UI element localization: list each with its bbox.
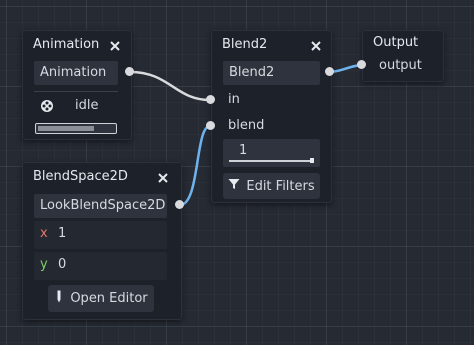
- x-axis-value: 1: [58, 226, 67, 241]
- blend2-output-port[interactable]: [325, 67, 334, 76]
- blend-position-y-field[interactable]: y 0: [34, 252, 167, 280]
- blend2-node[interactable]: Blend2 Blend2 in blend 1 Edit Filters: [211, 30, 332, 203]
- open-editor-label: Open Editor: [70, 291, 148, 306]
- animation-selector[interactable]: Animation: [34, 61, 118, 85]
- animation-playback-bar[interactable]: [35, 123, 117, 134]
- output-port-label: output: [379, 58, 422, 73]
- pencil-icon: [54, 290, 64, 307]
- blend-amount-slider-grabber[interactable]: [310, 158, 314, 163]
- blend-amount-slider-track[interactable]: [229, 160, 313, 162]
- animation-node-title: Animation: [33, 37, 100, 52]
- blendspace2d-node-close-icon[interactable]: [156, 171, 170, 185]
- wire-animation-to-blend2-in: [129, 70, 211, 102]
- open-editor-button[interactable]: Open Editor: [48, 285, 154, 312]
- blend-position-x-field[interactable]: x 1: [34, 221, 167, 249]
- blendspace2d-node[interactable]: BlendSpace2D LookBlendSpace2D x 1 y 0 Op…: [22, 162, 182, 320]
- blend2-port-in-label: in: [228, 92, 240, 107]
- blend2-in-port[interactable]: [206, 95, 215, 104]
- blend2-node-title: Blend2: [222, 37, 268, 52]
- animation-output-port[interactable]: [125, 67, 134, 76]
- filter-icon: [228, 178, 240, 194]
- output-node[interactable]: Output output: [362, 30, 444, 82]
- animation-node-close-icon[interactable]: [108, 39, 122, 53]
- y-axis-value: 0: [58, 257, 67, 272]
- blend2-node-close-icon[interactable]: [309, 39, 323, 53]
- wire-blendspace-to-blend2-blend: [179, 124, 211, 207]
- blend2-blend-port[interactable]: [206, 121, 215, 130]
- blend-amount-value: 1: [239, 143, 248, 158]
- blendspace2d-name-field[interactable]: LookBlendSpace2D: [34, 194, 167, 218]
- animation-separator: [34, 91, 118, 92]
- film-reel-icon: [40, 99, 54, 117]
- blend2-name-label: Blend2: [229, 65, 275, 80]
- output-node-title: Output: [373, 35, 419, 50]
- output-input-port[interactable]: [357, 60, 366, 69]
- edit-filters-button[interactable]: Edit Filters: [223, 173, 320, 199]
- x-axis-label: x: [40, 226, 48, 241]
- animation-name[interactable]: idle: [75, 98, 98, 113]
- blend-amount-field[interactable]: 1: [223, 139, 320, 167]
- animation-node[interactable]: Animation Animation idle: [22, 30, 132, 140]
- animation-playback-fill: [38, 126, 94, 131]
- blendspace2d-name-label: LookBlendSpace2D: [40, 198, 166, 213]
- animation-selector-label: Animation: [40, 65, 107, 80]
- blend2-name-field[interactable]: Blend2: [223, 61, 320, 85]
- blendspace2d-node-title: BlendSpace2D: [33, 169, 128, 184]
- y-axis-label: y: [40, 257, 48, 272]
- edit-filters-label: Edit Filters: [246, 178, 315, 194]
- blend2-port-blend-label: blend: [228, 118, 265, 133]
- blendspace2d-output-port[interactable]: [175, 200, 184, 209]
